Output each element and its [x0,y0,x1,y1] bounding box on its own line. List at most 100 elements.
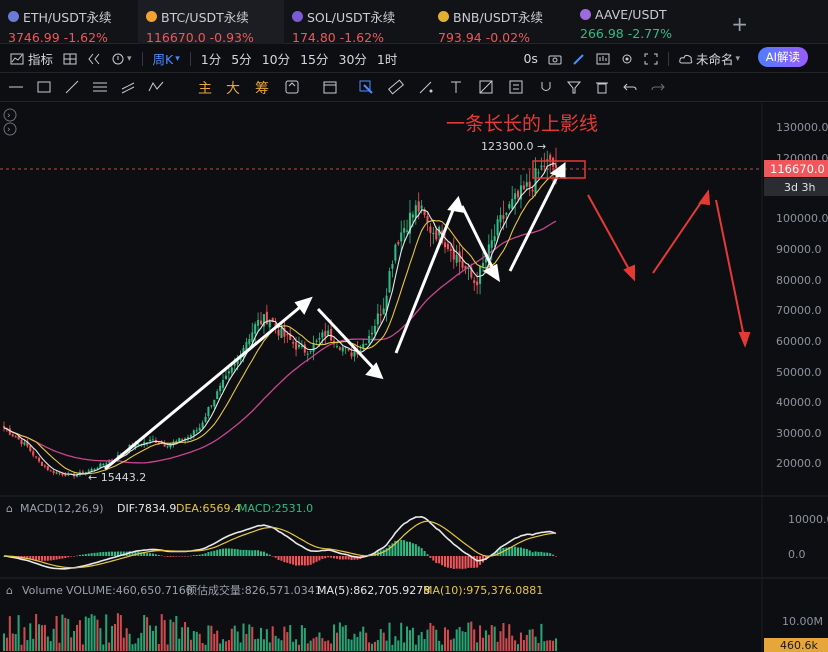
magnet-icon[interactable] [538,79,554,95]
interval-5m[interactable]: 5分 [231,49,251,68]
tab-change: -0.93% [209,30,254,45]
tab-change: -1.62% [63,30,108,45]
text-icon[interactable] [448,79,464,95]
fibonacci-icon[interactable] [92,79,108,95]
volume-legend: ⌂ Volume VOLUME:460,650.7160 预估成交量:826,5… [6,583,543,597]
trend-line-icon[interactable] [64,79,80,95]
cursor-icon[interactable] [358,79,374,95]
collapse-left-icon[interactable]: › [3,108,17,122]
layout-icon[interactable] [63,53,77,65]
macd-bar [175,556,178,557]
interval-1h[interactable]: 1时 [377,49,397,68]
pencil-icon[interactable] [572,53,586,65]
candle-body [370,332,374,335]
undo-icon[interactable] [622,79,638,95]
ruler-icon[interactable] [388,79,404,95]
candle-body [499,214,502,223]
cloud-layout-button[interactable]: 未命名 ▾ [679,49,740,68]
add-tab-icon[interactable]: + [731,12,748,36]
chart-settings-icon[interactable] [596,53,610,65]
macd-bar [186,556,190,557]
tab-name: BTC/USDT永续 [161,10,249,25]
chevron-down-icon: ▾ [735,53,740,64]
candle-body [219,385,222,392]
volume-bar [184,622,187,651]
volume-bar [333,624,336,651]
tab-bnb[interactable]: BNB/USDT永续 793.94 -0.02% [430,0,570,45]
kline-chart[interactable]: › › 一条长长的上影线 123300.0 → ← 15443.2 130000… [0,103,828,652]
volume-bar [119,615,122,651]
macd-bar [198,554,201,556]
macd-bar [438,556,441,564]
alert-icon[interactable]: ▾ [111,53,132,65]
volume-value: VOLUME:460,650.7160 [66,584,193,597]
interval-1m[interactable]: 1分 [201,49,221,68]
replay-icon[interactable] [87,53,101,65]
style-chip-button[interactable]: 筹 [255,78,269,98]
volume-bar [32,638,35,651]
tab-sol[interactable]: SOL/USDT永续 174.80 -1.62% [284,0,430,45]
macd-bar [146,553,149,556]
macd-bar [151,553,154,556]
macd-bar [90,553,93,556]
interval-30m[interactable]: 30分 [339,49,367,68]
filter-icon[interactable] [566,79,582,95]
volume-bar [315,636,318,651]
candle-body [426,216,429,223]
tab-name: AAVE/USDT [595,7,667,22]
y-tick: 130000.0 [776,121,828,134]
macd-bar [195,554,198,556]
macd-bar [330,556,333,558]
fullscreen-icon[interactable] [644,53,658,65]
volume-bar [204,644,207,651]
measure-icon[interactable] [478,79,494,95]
rectangle-icon[interactable] [36,79,52,95]
volume-bar [300,625,303,651]
interval-15m[interactable]: 15分 [300,49,328,68]
volume-bar [406,626,409,651]
collapse-right-icon[interactable]: › [3,122,17,136]
ai-interpret-button[interactable]: AI解读 [757,47,808,67]
interval-active[interactable]: 周K ▾ [153,49,180,68]
tab-aave[interactable]: AAVE/USDT 266.98 -2.77% [572,0,702,44]
volume-bar [137,638,140,651]
macd-bar [382,549,385,556]
volume-bar [283,626,286,651]
candle-body [388,271,391,293]
tab-eth[interactable]: ETH/USDT永续 3746.99 -1.62% [0,0,138,45]
style-main-button[interactable]: 主 [198,78,212,98]
gear-icon[interactable] [620,53,634,65]
macd-bar [73,556,76,557]
trash-icon[interactable] [594,79,610,95]
candle-body [230,367,233,373]
swap-icon[interactable] [284,79,300,95]
redo-icon[interactable] [650,79,666,95]
horizontal-line-icon[interactable] [8,79,24,95]
calendar-icon[interactable] [322,79,338,95]
chart-toolbar: 指标 ▾ 周K ▾ 1分 5分 10分 15分 30分 1时 0s 未命名 ▾ [0,45,828,73]
tab-name: SOL/USDT永续 [307,10,396,25]
interval-10m[interactable]: 10分 [262,49,290,68]
pattern-icon[interactable] [148,79,164,95]
macd-bar [388,545,391,556]
volume-bar [40,625,43,651]
channel-icon[interactable] [120,79,136,95]
note-icon[interactable] [508,79,524,95]
tab-btc[interactable]: BTC/USDT永续 116670.0 -0.93% [138,0,284,45]
indicator-button[interactable]: 指标 [10,49,53,68]
camera-icon[interactable] [548,53,562,65]
brush-icon[interactable] [418,79,434,95]
candle-body [417,201,420,212]
volume-bar [446,629,449,651]
volume-bar [224,641,227,651]
macd-bar [227,548,230,556]
volume-bar [408,630,411,651]
volume-bell-icon: ⌂ [6,584,13,597]
volume-bar [195,631,198,651]
style-big-button[interactable]: 大 [226,78,240,98]
macd-bar [517,547,520,556]
macd-bar [318,556,321,561]
candle-body [265,311,268,325]
candle-body [511,198,514,209]
volume-bar [154,625,157,651]
